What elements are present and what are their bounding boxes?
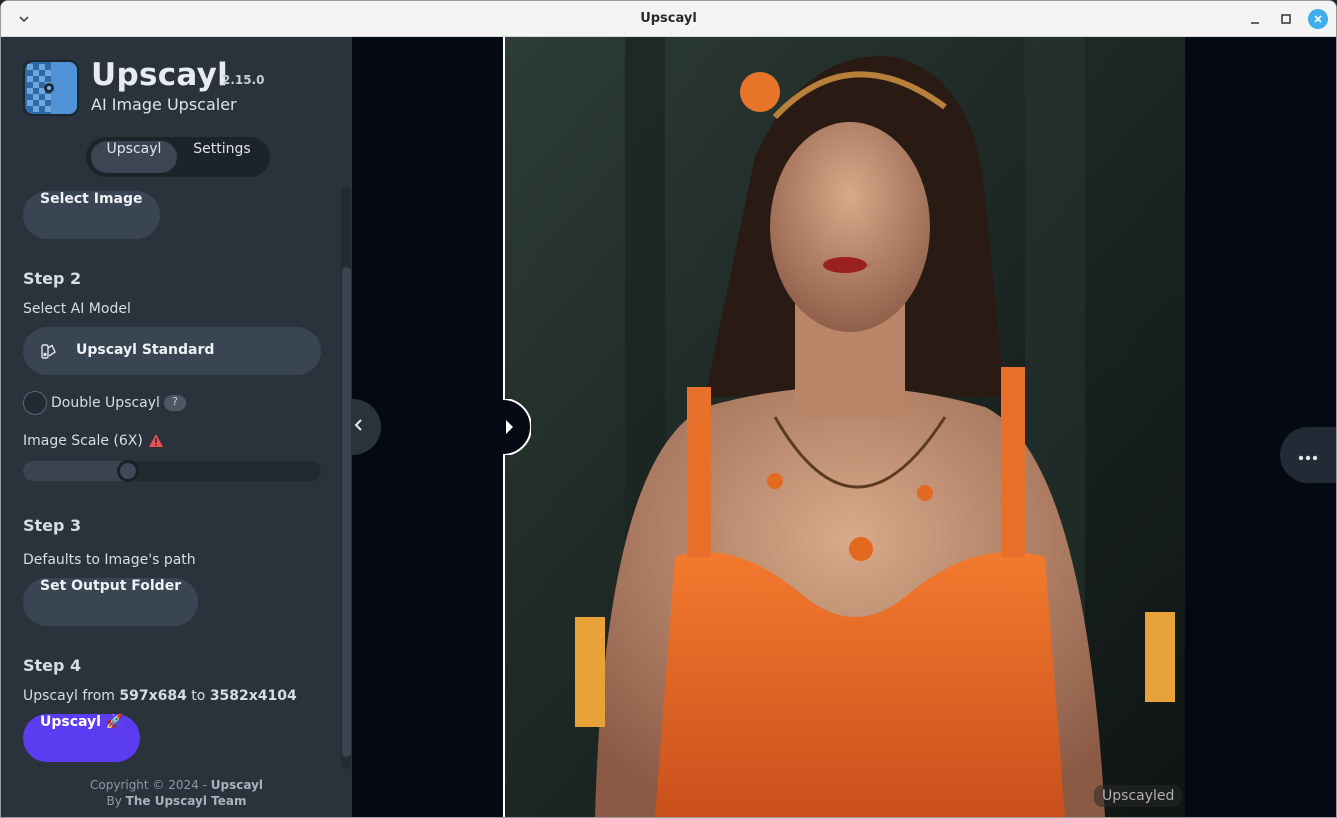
copyright-line2: By The Upscayl Team <box>1 794 352 808</box>
copyright-by: By <box>106 794 126 808</box>
copyright-line1: Copyright © 2024 - Upscayl <box>1 778 352 792</box>
app-version: 2.15.0 <box>222 73 265 87</box>
compare-handle-icon[interactable] <box>493 398 532 456</box>
close-icon[interactable] <box>1308 9 1328 29</box>
step2-title: Step 2 <box>23 269 82 288</box>
to-size: 3582x4104 <box>209 688 297 704</box>
double-upscayl-help-badge[interactable]: ? <box>164 395 186 411</box>
app-subtitle: AI Image Upscaler <box>91 95 237 114</box>
warning-icon[interactable] <box>148 433 164 448</box>
sidebar-scrollbar-thumb[interactable] <box>342 267 351 757</box>
double-upscayl-checkbox[interactable] <box>23 391 47 415</box>
chevron-left-icon <box>352 417 367 437</box>
step4-title: Step 4 <box>23 656 82 675</box>
copyright-prefix: Copyright © 2024 - <box>89 778 211 792</box>
output-folder-hint: Defaults to Image's path <box>23 552 196 568</box>
image-viewer: Upscayled <box>352 37 1336 817</box>
from-size: 597x684 <box>119 688 187 704</box>
upscayl-button[interactable]: Upscayl 🚀 <box>23 714 141 762</box>
select-image-button[interactable]: Select Image <box>23 191 160 239</box>
maximize-icon[interactable] <box>1276 9 1296 29</box>
step3-title: Step 3 <box>23 516 82 535</box>
collapse-sidebar-button[interactable] <box>352 399 381 455</box>
upscale-summary-mid: to <box>186 688 210 704</box>
model-icon <box>40 342 58 360</box>
copyright-team[interactable]: The Upscayl Team <box>126 794 247 808</box>
window-title: Upscayl <box>640 11 697 26</box>
upscaled-image <box>505 37 1185 817</box>
model-select-button[interactable]: Upscayl Standard <box>23 327 321 375</box>
app-name: Upscayl <box>91 57 229 93</box>
upscale-summary-prefix: Upscayl from <box>23 688 120 704</box>
app-window: Upscayl Upscayl 2.15.0 AI Image Upscaler… <box>0 0 1337 818</box>
tab-bar: Upscayl Settings <box>86 137 270 177</box>
image-scale-slider[interactable] <box>23 460 321 482</box>
upscayled-label: Upscayled <box>1094 785 1183 807</box>
double-upscayl-label: Double Upscayl <box>51 395 160 411</box>
app-logo-icon <box>23 60 79 116</box>
set-output-folder-button[interactable]: Set Output Folder <box>23 578 199 626</box>
copyright-brand[interactable]: Upscayl <box>211 778 263 792</box>
image-scale-slider-thumb[interactable] <box>117 460 139 482</box>
minimize-icon[interactable] <box>1245 9 1265 29</box>
upscale-summary: Upscayl from 597x684 to 3582x4104 <box>23 688 297 704</box>
select-model-label: Select AI Model <box>23 301 131 317</box>
sidebar: Upscayl 2.15.0 AI Image Upscaler Upscayl… <box>1 37 352 817</box>
title-bar: Upscayl <box>1 1 1336 37</box>
tab-settings[interactable]: Settings <box>180 141 264 173</box>
image-scale-label: Image Scale (6X) <box>23 433 143 449</box>
model-select-label: Upscayl Standard <box>76 342 215 358</box>
ellipsis-icon <box>1298 446 1318 465</box>
more-options-button[interactable] <box>1280 427 1336 483</box>
tab-upscayl[interactable]: Upscayl <box>91 141 177 173</box>
